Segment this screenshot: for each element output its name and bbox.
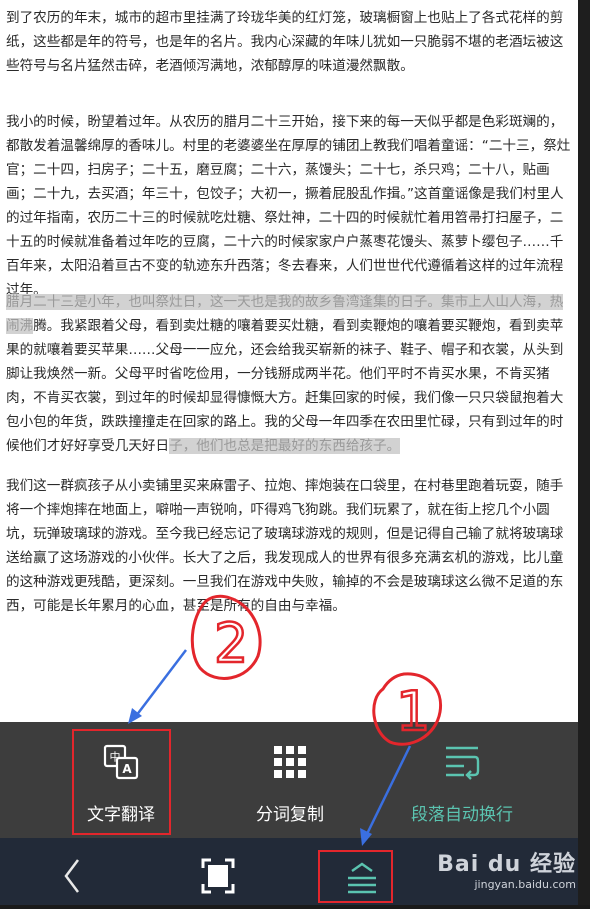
annotation-label-2: 2 xyxy=(214,612,248,675)
arrow-to-menu xyxy=(364,745,412,837)
annotation-label-1: 1 xyxy=(396,680,430,743)
arrowhead-menu xyxy=(360,828,372,846)
arrow-to-translate xyxy=(135,649,187,717)
annotation-layer: 2 1 xyxy=(128,594,443,846)
